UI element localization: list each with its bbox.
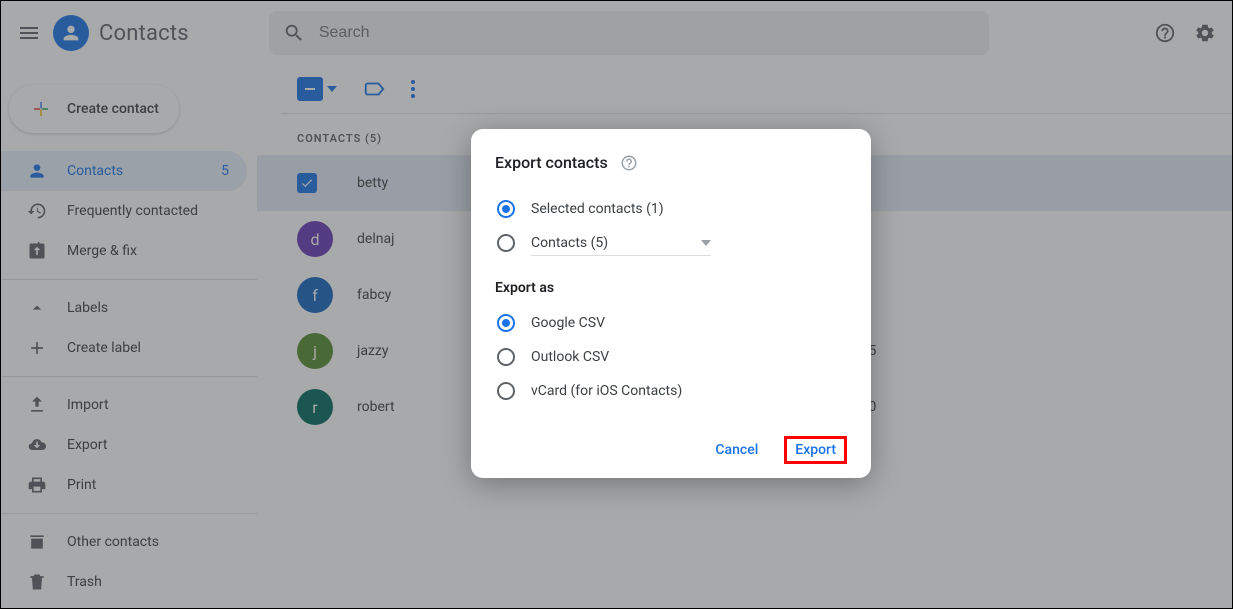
radio-selected-contacts[interactable]: Selected contacts (1) <box>495 192 847 226</box>
contacts-group-select[interactable]: Contacts (5) <box>531 230 711 256</box>
radio-outlook-csv[interactable]: Outlook CSV <box>495 340 847 374</box>
radio-icon <box>497 200 515 218</box>
radio-icon <box>497 314 515 332</box>
export-button[interactable]: Export <box>784 436 847 464</box>
cancel-button[interactable]: Cancel <box>711 436 762 464</box>
export-dialog: Export contacts Selected contacts (1) Co… <box>471 129 871 478</box>
radio-vcard[interactable]: vCard (for iOS Contacts) <box>495 374 847 408</box>
select-value: Contacts (5) <box>531 235 608 251</box>
radio-label: Outlook CSV <box>531 349 609 365</box>
help-icon[interactable] <box>620 154 638 172</box>
radio-icon <box>497 382 515 400</box>
radio-google-csv[interactable]: Google CSV <box>495 306 847 340</box>
radio-label: vCard (for iOS Contacts) <box>531 383 682 399</box>
radio-label: Google CSV <box>531 315 605 331</box>
radio-label: Selected contacts (1) <box>531 201 664 217</box>
dialog-title: Export contacts <box>495 153 608 172</box>
radio-all-contacts[interactable]: Contacts (5) <box>495 226 847 260</box>
radio-icon <box>497 348 515 366</box>
export-as-header: Export as <box>495 280 847 296</box>
caret-down-icon <box>701 240 711 246</box>
radio-icon <box>497 234 515 252</box>
